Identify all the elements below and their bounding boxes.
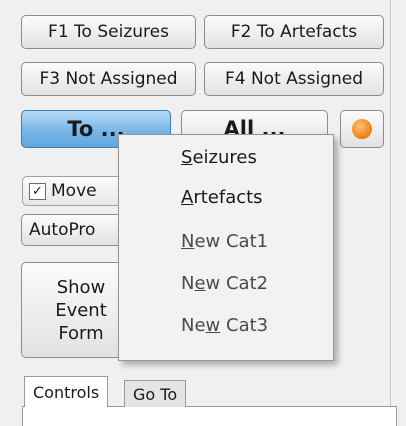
tab-goto[interactable]: Go To [124, 380, 187, 407]
f2-to-artefacts-button[interactable]: F2 To Artefacts [204, 15, 384, 49]
menu-item-new-cat1[interactable]: New Cat1 [181, 231, 268, 252]
tab-panel [22, 406, 397, 426]
orange-circle-icon [352, 119, 372, 139]
menu-item-artefacts[interactable]: Artefacts [181, 187, 263, 208]
checkmark-icon: ✓ [32, 183, 43, 199]
f4-not-assigned-button[interactable]: F4 Not Assigned [204, 62, 384, 96]
menu-item-new-cat3[interactable]: New Cat3 [181, 315, 268, 336]
show-label-line2: Event [55, 299, 107, 321]
show-label-line1: Show [56, 276, 106, 298]
menu-item-seizures[interactable]: Seizures [181, 147, 257, 168]
orange-action-button[interactable] [340, 110, 384, 148]
f3-not-assigned-button[interactable]: F3 Not Assigned [21, 62, 196, 96]
f1-to-seizures-button[interactable]: F1 To Seizures [21, 15, 196, 49]
move-checkbox-label: Move [51, 181, 97, 201]
tab-controls[interactable]: Controls [24, 376, 109, 407]
menu-item-new-cat2[interactable]: New Cat2 [181, 273, 268, 294]
move-checkbox[interactable]: ✓ [29, 182, 46, 200]
show-label-line3: Form [58, 322, 104, 344]
to-dropdown-menu: Seizures Artefacts New Cat1 New Cat2 New… [118, 134, 334, 361]
window-edge [390, 0, 391, 423]
